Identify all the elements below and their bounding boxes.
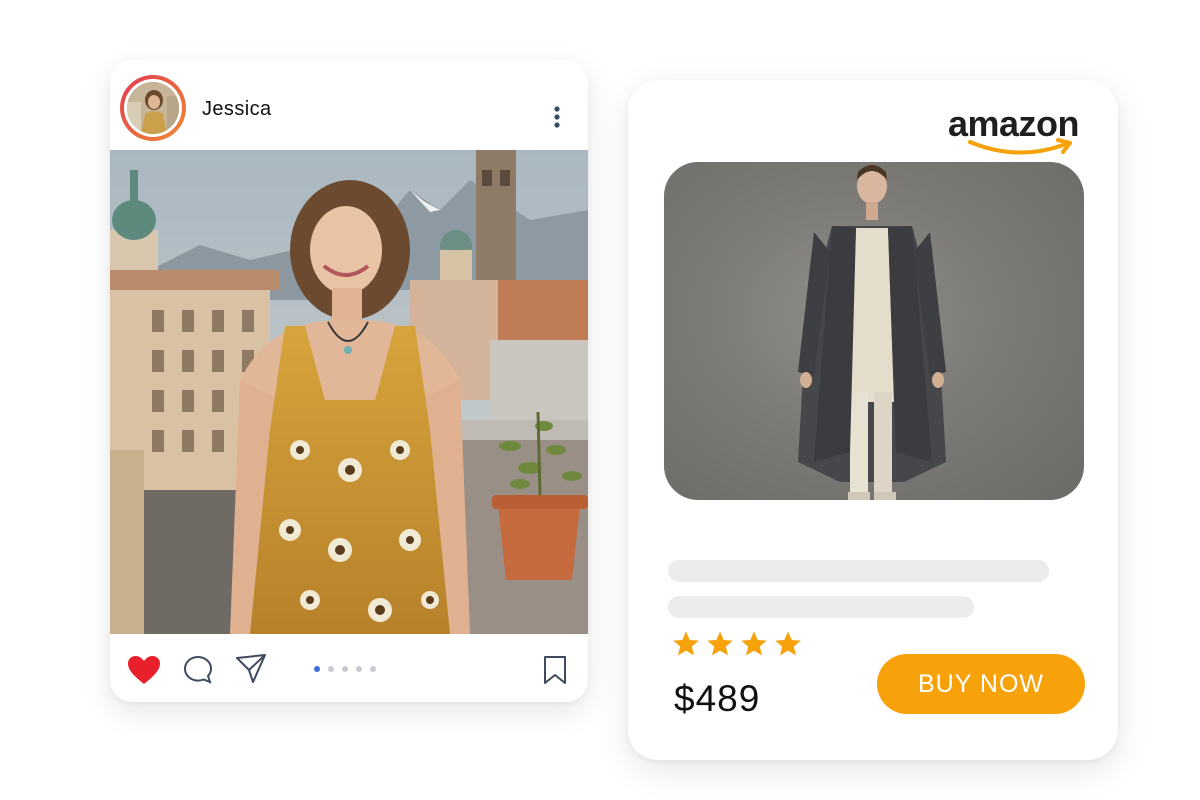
buy-now-button[interactable]: BUY NOW xyxy=(877,654,1085,714)
carousel-dot[interactable] xyxy=(370,666,376,672)
product-photo[interactable] xyxy=(664,162,1084,500)
social-post-card: Jessica xyxy=(110,60,588,702)
carousel-dot[interactable] xyxy=(356,666,362,672)
amazon-logo: amazon xyxy=(948,102,1088,155)
bookmark-icon[interactable] xyxy=(540,654,570,686)
star-icon xyxy=(707,631,733,656)
star-icon xyxy=(673,631,699,656)
product-price: $489 xyxy=(674,678,761,719)
product-card: amazon $489 BUY NOW xyxy=(628,80,1118,760)
post-username[interactable]: Jessica xyxy=(202,98,272,121)
carousel-indicator[interactable] xyxy=(314,666,376,674)
title-placeholder-bar xyxy=(668,560,1049,582)
post-header: Jessica xyxy=(110,60,588,150)
comment-bubble-icon[interactable] xyxy=(182,654,214,686)
avatar-photo xyxy=(127,82,179,134)
carousel-dot[interactable] xyxy=(328,666,334,672)
rating-stars xyxy=(672,630,802,660)
heart-icon[interactable] xyxy=(126,654,162,686)
vertical-ellipsis-icon[interactable] xyxy=(546,105,568,133)
star-icon xyxy=(741,631,767,656)
star-icon xyxy=(775,631,801,656)
subtitle-placeholder-bar xyxy=(668,596,974,618)
paper-plane-icon[interactable] xyxy=(234,652,268,686)
post-photo xyxy=(110,150,588,634)
carousel-dot[interactable] xyxy=(342,666,348,672)
carousel-dot[interactable] xyxy=(314,666,320,672)
amazon-smile-arrow-icon xyxy=(968,138,1072,155)
post-action-bar xyxy=(110,634,588,702)
profile-avatar[interactable] xyxy=(120,75,186,141)
